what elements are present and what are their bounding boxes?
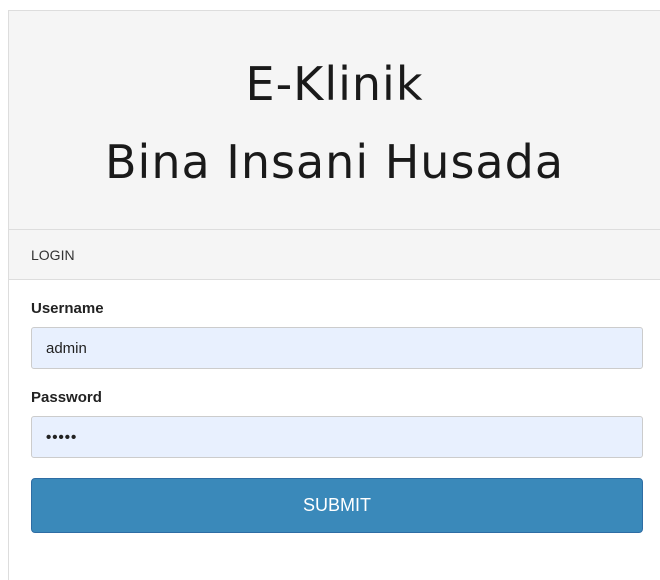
login-heading: LOGIN bbox=[9, 230, 660, 280]
login-form: Username Password SUBMIT bbox=[9, 280, 660, 533]
clinic-name: Bina Insani Husada bbox=[104, 135, 565, 189]
submit-button[interactable]: SUBMIT bbox=[31, 478, 643, 533]
username-input[interactable] bbox=[31, 327, 643, 369]
app-header: E-Klinik Bina Insani Husada bbox=[9, 11, 660, 230]
login-panel: E-Klinik Bina Insani Husada LOGIN Userna… bbox=[8, 10, 660, 580]
password-label: Password bbox=[31, 389, 102, 406]
username-label: Username bbox=[31, 300, 104, 317]
password-input[interactable] bbox=[31, 416, 643, 458]
app-title: E-Klinik bbox=[245, 57, 424, 111]
